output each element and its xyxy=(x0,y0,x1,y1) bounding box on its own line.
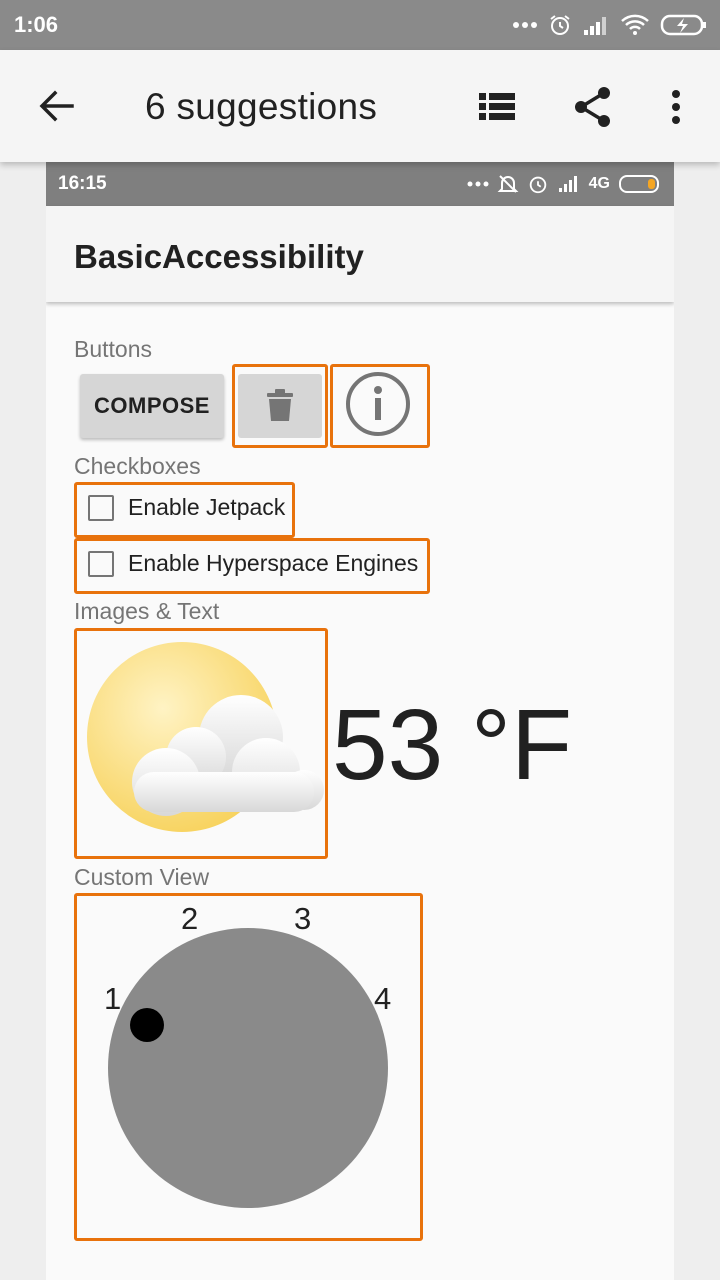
inner-status-icons: 4G xyxy=(467,171,662,197)
section-label-images-text: Images & Text xyxy=(74,598,220,624)
alarm-icon xyxy=(529,176,546,194)
signal-icon xyxy=(558,176,577,192)
suggestion-highlight-hyperspace xyxy=(74,538,430,594)
network-type: 4G xyxy=(588,175,610,192)
suggestion-highlight-weather-image xyxy=(74,628,328,859)
alarm-icon xyxy=(550,15,570,35)
inner-status-time: 16:15 xyxy=(58,173,107,194)
dots-icon xyxy=(467,181,489,187)
inner-app-title: BasicAccessibility xyxy=(74,238,364,275)
status-time: 1:06 xyxy=(14,12,59,37)
signal-icon xyxy=(584,17,606,35)
suggestion-highlight-jetpack xyxy=(74,482,295,538)
share-icon xyxy=(575,87,610,127)
app-screenshot: 16:15 4G BasicAccessibility Buttons COMP… xyxy=(46,162,674,1280)
section-label-checkboxes: Checkboxes xyxy=(74,453,201,479)
list-icon xyxy=(479,93,515,120)
inner-status-bar: 16:15 4G xyxy=(46,162,674,206)
temperature-text: 53 °F xyxy=(332,689,573,801)
dots-icon xyxy=(513,22,537,28)
suggestion-highlight-delete xyxy=(232,364,328,448)
compose-button[interactable]: COMPOSE xyxy=(80,374,224,438)
battery-charging-icon xyxy=(660,14,706,36)
notifications-off-icon xyxy=(497,175,519,193)
status-bar: 1:06 xyxy=(0,0,720,50)
page-title: 6 suggestions xyxy=(145,86,378,127)
back-arrow-icon xyxy=(39,90,74,122)
wifi-icon xyxy=(621,14,649,35)
list-view-button[interactable] xyxy=(476,86,518,128)
section-label-buttons: Buttons xyxy=(74,336,152,362)
more-options-button[interactable] xyxy=(662,86,690,128)
more-vert-icon xyxy=(672,90,680,124)
battery-low-icon xyxy=(619,175,659,193)
inner-app-bar: BasicAccessibility xyxy=(46,206,674,302)
app-bar: 6 suggestions xyxy=(0,50,720,162)
section-label-custom-view: Custom View xyxy=(74,864,210,890)
share-button[interactable] xyxy=(570,84,616,130)
suggestion-highlight-custom-view xyxy=(74,893,423,1241)
status-icons xyxy=(512,12,708,38)
back-button[interactable] xyxy=(34,84,78,128)
suggestion-highlight-info xyxy=(330,364,430,448)
